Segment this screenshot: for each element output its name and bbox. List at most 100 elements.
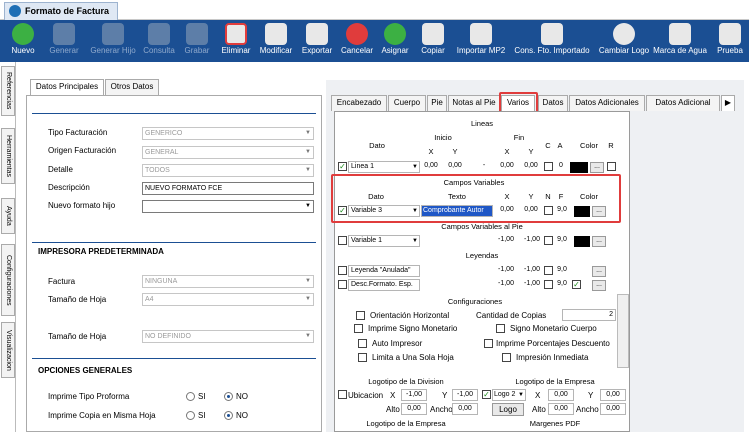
desc-formato-color-button[interactable]: ...: [592, 280, 606, 291]
desc-formato-f[interactable]: 9,0: [554, 279, 570, 291]
copia-no-radio[interactable]: [224, 411, 233, 420]
linea-c-checkbox[interactable]: [544, 162, 553, 171]
logo-div-ancho[interactable]: 0,00: [452, 403, 478, 415]
campo-pie-select[interactable]: Variable 1 ▼: [348, 235, 420, 247]
eliminar-button[interactable]: Eliminar: [218, 20, 254, 62]
linea-ix[interactable]: 0,00: [420, 161, 442, 173]
campo-f[interactable]: 9,0: [554, 205, 570, 217]
descripcion-input[interactable]: NUEVO FORMATO FCE: [142, 182, 314, 195]
campo-pie-checkbox[interactable]: [338, 236, 347, 245]
limita-hoja-checkbox[interactable]: [358, 353, 367, 362]
logo-div-x[interactable]: -1,00: [401, 389, 427, 401]
campo-color-button[interactable]: ...: [592, 206, 606, 217]
tab-datos-principales[interactable]: Datos Principales: [30, 79, 104, 95]
tab-cuerpo[interactable]: Cuerpo: [388, 95, 426, 111]
prueba-button[interactable]: Prueba: [714, 20, 746, 62]
side-tab-referencias[interactable]: Referencias: [1, 66, 15, 116]
tab-datos[interactable]: Datos: [538, 95, 568, 111]
copiar-button[interactable]: Copiar: [416, 20, 450, 62]
tab-notas-al-pie[interactable]: Notas al Pie: [448, 95, 500, 111]
desc-formato-x[interactable]: -1,00: [494, 279, 518, 291]
cancelar-button[interactable]: Cancelar: [338, 20, 376, 62]
campo-pie-y[interactable]: -1,00: [520, 235, 544, 247]
campo-texto-input[interactable]: Comprobante Autor: [421, 205, 493, 217]
campo-y[interactable]: 0,00: [520, 205, 542, 217]
side-tab-ayuda[interactable]: Ayuda: [1, 198, 15, 234]
side-tab-configuraciones[interactable]: Configuraciones: [1, 244, 15, 316]
campo-x[interactable]: 0,00: [496, 205, 518, 217]
auto-impresor-checkbox[interactable]: [358, 339, 367, 348]
linea-fx[interactable]: 0,00: [496, 161, 518, 173]
porcentajes-descuento-checkbox[interactable]: [484, 339, 493, 348]
tab-datos-adicionales[interactable]: Datos Adicionales: [569, 95, 645, 111]
cambiar-logo-button[interactable]: Cambiar Logo: [596, 20, 652, 62]
desc-formato-checkbox[interactable]: [338, 280, 347, 289]
campo-select[interactable]: Variable 3 ▼: [348, 205, 420, 217]
cons-fto-importado-button[interactable]: Cons. Fto. Importado: [510, 20, 594, 62]
modificar-button[interactable]: Modificar: [256, 20, 296, 62]
tamano-hoja-select[interactable]: A4 ▼: [142, 293, 314, 306]
logo-emp-y[interactable]: 0,00: [600, 389, 626, 401]
desc-formato-y[interactable]: -1,00: [520, 279, 544, 291]
logo-button[interactable]: Logo: [492, 403, 524, 416]
logo-empresa-checkbox[interactable]: ✓: [482, 390, 491, 399]
window-tab[interactable]: Formato de Factura: [4, 2, 119, 20]
side-tab-herramientas[interactable]: Herramientas: [1, 128, 15, 184]
campo-color-swatch[interactable]: [574, 206, 590, 217]
side-tab-visualizacion[interactable]: Visualizacion: [1, 322, 15, 378]
leyenda-anulada-color-button[interactable]: ...: [592, 266, 606, 277]
nuevo-button[interactable]: Nuevo: [6, 20, 40, 62]
nuevo-formato-hijo-select[interactable]: ▼: [142, 200, 314, 213]
imprime-signo-checkbox[interactable]: [354, 324, 363, 333]
logo-emp-alto[interactable]: 0,00: [548, 403, 574, 415]
campo-pie-color-button[interactable]: ...: [592, 236, 606, 247]
generar-hijo-button[interactable]: Generar Hijo: [86, 20, 140, 62]
logo-div-y[interactable]: -1,00: [452, 389, 478, 401]
leyenda-anulada-checkbox[interactable]: [338, 266, 347, 275]
linea-a[interactable]: 0: [555, 161, 567, 173]
linea-color-swatch[interactable]: [570, 162, 588, 173]
origen-facturacion-select[interactable]: GENERAL ▼: [142, 146, 314, 159]
exportar-button[interactable]: Exportar: [298, 20, 336, 62]
signo-cuerpo-checkbox[interactable]: [496, 324, 505, 333]
logo-div-alto[interactable]: 0,00: [401, 403, 427, 415]
tamano-hoja-2-select[interactable]: NO DEFINIDO ▼: [142, 330, 314, 343]
config-scrollbar[interactable]: [617, 294, 629, 368]
campo-checkbox[interactable]: ✓: [338, 206, 347, 215]
tab-scroll-right-icon[interactable]: ▶: [721, 95, 735, 111]
linea-iy[interactable]: 0,00: [444, 161, 466, 173]
copia-si-radio[interactable]: [186, 411, 195, 420]
desc-formato-color-checkbox[interactable]: ✓: [572, 280, 581, 289]
tab-otros-datos[interactable]: Otros Datos: [105, 79, 159, 95]
linea-checkbox[interactable]: ✓: [338, 162, 347, 171]
factura-printer-select[interactable]: NINGUNA ▼: [142, 275, 314, 288]
consulta-button[interactable]: Consulta: [140, 20, 178, 62]
campo-n-checkbox[interactable]: [544, 206, 553, 215]
desc-formato-n-checkbox[interactable]: [544, 280, 553, 289]
logo-emp-ancho[interactable]: 0,00: [600, 403, 626, 415]
logo-empresa-select[interactable]: Logo 2 ▼: [492, 389, 526, 401]
leyenda-anulada-n-checkbox[interactable]: [544, 266, 553, 275]
logo-emp-x[interactable]: 0,00: [548, 389, 574, 401]
tipo-facturacion-select[interactable]: GENERICO ▼: [142, 127, 314, 140]
leyenda-anulada-y[interactable]: -1,00: [520, 265, 544, 277]
impresion-inmediata-checkbox[interactable]: [502, 353, 511, 362]
detalle-select[interactable]: TODOS ▼: [142, 164, 314, 177]
tab-encabezado[interactable]: Encabezado: [331, 95, 387, 111]
tab-datos-adicional[interactable]: Datos Adicional: [646, 95, 720, 111]
marca-de-agua-button[interactable]: Marca de Agua: [652, 20, 708, 62]
ubicacion-checkbox[interactable]: [338, 390, 347, 399]
cantidad-copias-input[interactable]: 2: [562, 309, 616, 321]
asignar-button[interactable]: Asignar: [378, 20, 412, 62]
grabar-button[interactable]: Grabar: [180, 20, 214, 62]
linea-fy[interactable]: 0,00: [520, 161, 542, 173]
tab-pie[interactable]: Pie: [427, 95, 447, 111]
campo-pie-x[interactable]: -1,00: [494, 235, 518, 247]
orientacion-horizontal-checkbox[interactable]: [356, 311, 365, 320]
proforma-si-radio[interactable]: [186, 392, 195, 401]
campo-pie-color-swatch[interactable]: [574, 236, 590, 247]
leyenda-anulada-f[interactable]: 9,0: [554, 265, 570, 277]
proforma-no-radio[interactable]: [224, 392, 233, 401]
campo-pie-n-checkbox[interactable]: [544, 236, 553, 245]
leyenda-anulada-x[interactable]: -1,00: [494, 265, 518, 277]
